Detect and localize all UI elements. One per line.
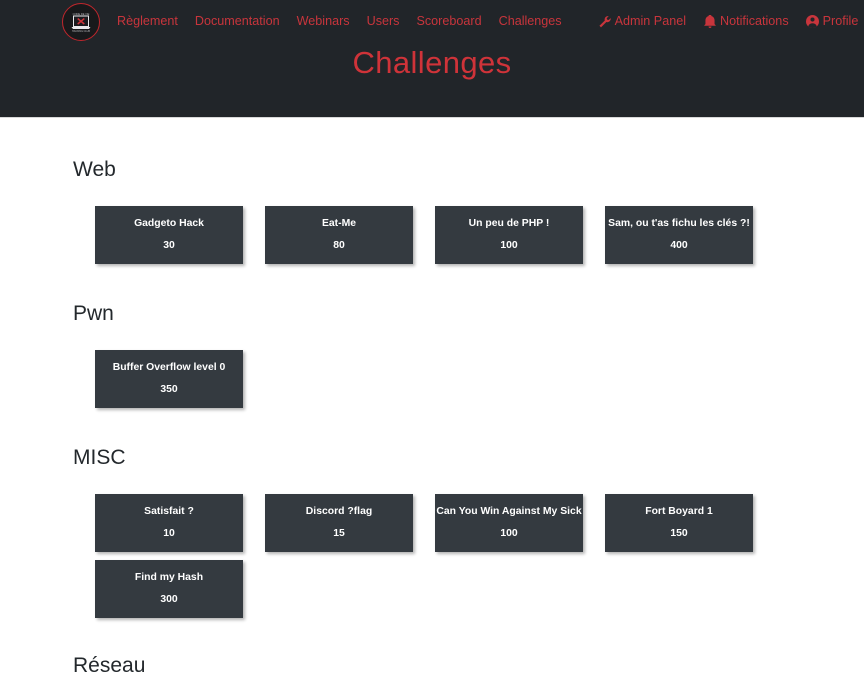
laptop-x-logo-icon: CODE DE VIE HACKING CLUB: [68, 10, 94, 34]
page-title: Challenges: [352, 45, 512, 80]
challenge-name: Sam, ou t'as fichu les clés ?!: [608, 218, 750, 229]
challenge-card-grid: Buffer Overflow level 0 350: [95, 350, 785, 408]
bell-icon: [703, 14, 716, 28]
challenge-card[interactable]: Buffer Overflow level 0 350: [95, 350, 243, 408]
challenge-name: Eat-Me: [321, 218, 357, 229]
challenge-card[interactable]: Sam, ou t'as fichu les clés ?! 400: [605, 206, 753, 264]
svg-text:HACKING CLUB: HACKING CLUB: [72, 30, 90, 33]
challenge-points: 80: [333, 240, 345, 251]
challenge-section-misc: MISC Satisfait ? 10 Discord ?flag 15 Can…: [0, 408, 864, 618]
section-title: Réseau: [73, 654, 146, 677]
nav-link-label: Challenges: [498, 13, 562, 28]
nav-link-label: Règlement: [117, 13, 178, 28]
challenge-section-reseau: Réseau La base 30 TCP 50 Exfiltration 15…: [0, 618, 864, 694]
user-circle-icon: [805, 14, 819, 28]
nav-link-documentation[interactable]: Documentation: [195, 15, 280, 28]
challenge-card[interactable]: Un peu de PHP ! 100: [435, 206, 583, 264]
nav-link-notifications[interactable]: Notifications: [703, 13, 789, 28]
secondary-nav: Admin Panel Notifications Profile: [598, 13, 864, 28]
site-logo[interactable]: CODE DE VIE HACKING CLUB: [62, 3, 100, 41]
nav-link-label: Webinars: [296, 13, 350, 28]
challenge-section-pwn: Pwn Buffer Overflow level 0 350: [0, 264, 864, 408]
challenge-name: Buffer Overflow level 0: [112, 362, 226, 373]
challenge-points: 15: [333, 528, 345, 539]
challenge-card[interactable]: Can You Win Against My Sick 100: [435, 494, 583, 552]
challenge-points: 30: [163, 240, 175, 251]
challenge-points: 100: [500, 240, 518, 251]
main-navbar: CODE DE VIE HACKING CLUB Règlement Docum…: [0, 0, 864, 42]
challenge-card[interactable]: Fort Boyard 1 150: [605, 494, 753, 552]
nav-link-challenges[interactable]: Challenges: [499, 15, 562, 28]
challenge-card[interactable]: Find my Hash 300: [95, 560, 243, 618]
nav-link-users[interactable]: Users: [367, 15, 400, 28]
challenge-name: Un peu de PHP !: [468, 218, 550, 229]
challenge-name: Fort Boyard 1: [645, 506, 713, 517]
site-header: CODE DE VIE HACKING CLUB Règlement Docum…: [0, 0, 864, 118]
nav-link-admin-panel[interactable]: Admin Panel: [598, 15, 686, 28]
challenge-card-grid: Satisfait ? 10 Discord ?flag 15 Can You …: [95, 494, 785, 618]
section-title: Pwn: [73, 302, 114, 325]
nav-link-label: Profile: [822, 13, 859, 28]
nav-link-label: Scoreboard: [416, 13, 482, 28]
nav-link-webinars[interactable]: Webinars: [297, 15, 350, 28]
challenge-points: 350: [160, 384, 178, 395]
challenge-name: Gadgeto Hack: [134, 218, 204, 229]
challenge-card[interactable]: Discord ?flag 15: [265, 494, 413, 552]
challenge-card-grid: Gadgeto Hack 30 Eat-Me 80 Un peu de PHP …: [95, 206, 785, 264]
nav-link-label: Notifications: [720, 13, 789, 28]
nav-link-reglement[interactable]: Règlement: [117, 15, 178, 28]
nav-link-profile[interactable]: Profile: [805, 13, 859, 28]
challenge-name: Find my Hash: [134, 572, 204, 583]
challenge-points: 100: [500, 528, 518, 539]
challenge-name: Can You Win Against My Sick: [436, 506, 582, 517]
challenges-content: Web Gadgeto Hack 30 Eat-Me 80 Un peu de …: [0, 118, 864, 694]
nav-link-label: Admin Panel: [614, 13, 687, 28]
nav-link-scoreboard[interactable]: Scoreboard: [416, 15, 481, 28]
challenge-card[interactable]: Gadgeto Hack 30: [95, 206, 243, 264]
challenge-points: 400: [670, 240, 688, 251]
challenge-card[interactable]: Satisfait ? 10: [95, 494, 243, 552]
challenge-card[interactable]: Eat-Me 80: [265, 206, 413, 264]
challenge-name: Satisfait ?: [144, 506, 194, 517]
svg-text:CODE DE VIE: CODE DE VIE: [73, 12, 90, 16]
primary-nav: Règlement Documentation Webinars Users S…: [117, 15, 562, 28]
nav-link-label: Users: [366, 13, 400, 28]
challenge-section-web: Web Gadgeto Hack 30 Eat-Me 80 Un peu de …: [0, 118, 864, 264]
section-title: Web: [73, 158, 116, 181]
challenge-points: 10: [163, 528, 175, 539]
challenge-points: 150: [670, 528, 688, 539]
section-title: MISC: [73, 446, 126, 469]
wrench-icon: [598, 15, 611, 28]
nav-link-label: Documentation: [194, 13, 280, 28]
challenge-name: Discord ?flag: [305, 506, 373, 517]
challenge-points: 300: [160, 594, 178, 605]
